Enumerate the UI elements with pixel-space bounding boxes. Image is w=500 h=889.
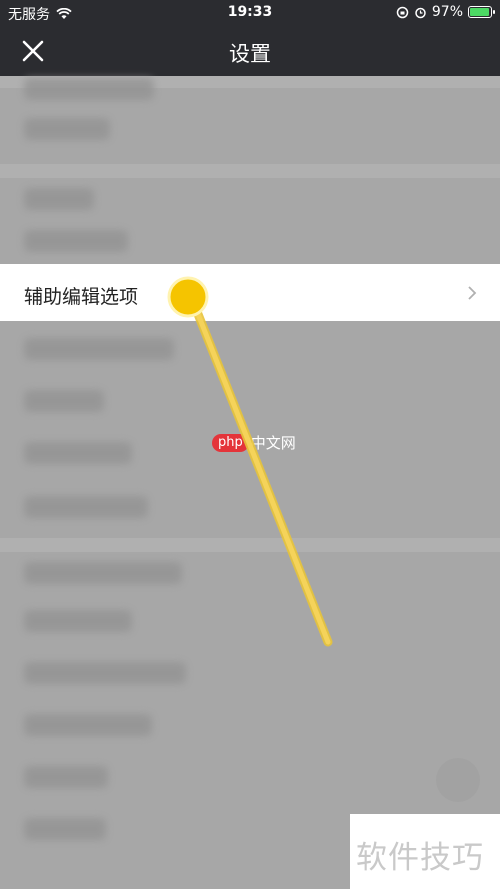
blurred-list-item: [24, 230, 128, 252]
blurred-list-item: [24, 714, 152, 736]
blurred-list-item: [24, 496, 148, 518]
blurred-list-item: [24, 562, 182, 584]
battery-fill: [470, 8, 490, 16]
section-divider: [0, 164, 500, 178]
blurred-list-item: [24, 818, 106, 840]
settings-item-assist-edit[interactable]: 辅助编辑选项: [0, 264, 500, 321]
nav-bar: 设置: [0, 26, 500, 76]
settings-item-label: 辅助编辑选项: [24, 286, 139, 308]
site-watermark: php 中文网: [212, 432, 296, 453]
blurred-list-item: [24, 338, 174, 360]
blurred-list-item: [24, 662, 186, 684]
blurred-list-item: [24, 390, 104, 412]
blurred-list-item: [24, 118, 110, 140]
settings-list-dimmed: [0, 76, 500, 889]
blurred-list-item: [24, 78, 154, 100]
status-right: 97%: [396, 4, 495, 20]
watermark-text: 中文网: [250, 434, 296, 452]
status-bar: 无服务 19:33 97%: [0, 0, 500, 26]
watermark-badge: php: [212, 433, 249, 452]
section-divider: [0, 538, 500, 552]
corner-watermark: 软件技巧: [356, 840, 484, 876]
blurred-list-item: [24, 188, 94, 210]
blurred-list-item: [24, 766, 108, 788]
blurred-list-item: [24, 442, 132, 464]
battery-icon: [468, 6, 495, 18]
battery-percent: 97%: [431, 4, 463, 20]
chevron-right-icon: [468, 286, 477, 300]
alarm-icon: [415, 7, 426, 18]
rotation-lock-icon: [396, 6, 409, 18]
blurred-list-item: [24, 610, 132, 632]
page-title: 设置: [229, 42, 271, 66]
